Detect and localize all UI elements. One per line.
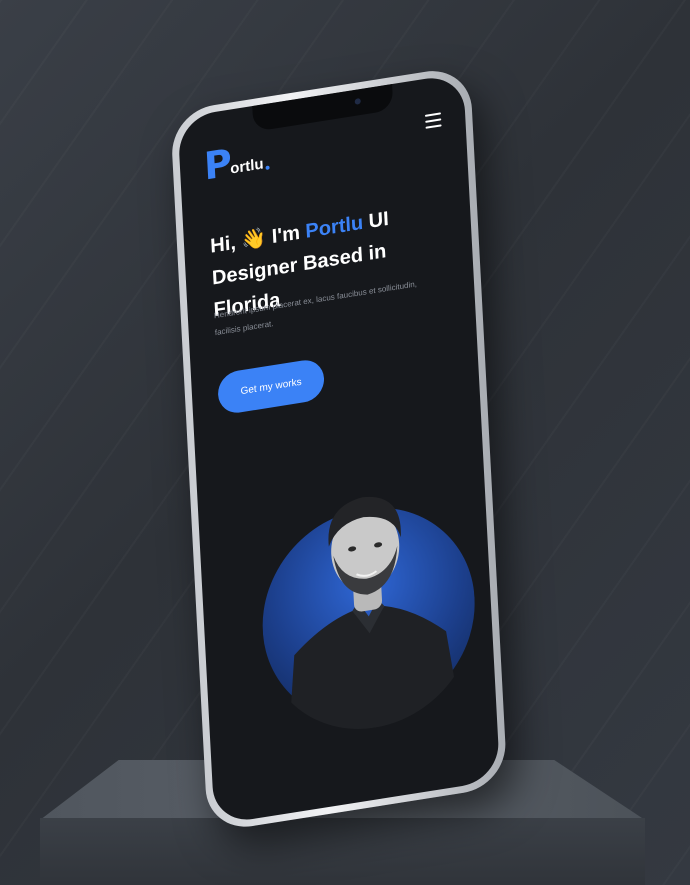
menu-line bbox=[425, 118, 442, 123]
person-photo bbox=[288, 496, 461, 742]
brand-logo[interactable]: P ortlu bbox=[202, 138, 270, 189]
portrait bbox=[254, 423, 481, 744]
mockup-scene: P ortlu Hi, 👋 I'm Portlu UI Designer Bas… bbox=[0, 0, 690, 885]
get-my-works-button[interactable]: Get my works bbox=[217, 357, 326, 416]
brand-dot bbox=[265, 165, 270, 170]
hero-greeting: Hi, bbox=[209, 231, 237, 258]
hero-role-line1: UI bbox=[368, 207, 390, 233]
hero-intro: I'm bbox=[271, 221, 301, 249]
menu-line bbox=[425, 124, 442, 129]
brand-mark: P bbox=[202, 140, 234, 189]
phone-screen: P ortlu Hi, 👋 I'm Portlu UI Designer Bas… bbox=[177, 72, 501, 825]
waving-hand-icon: 👋 bbox=[240, 227, 267, 253]
menu-line bbox=[424, 112, 441, 117]
brand-name: ortlu bbox=[229, 155, 264, 178]
camera-icon bbox=[354, 98, 361, 105]
phone-mockup: P ortlu Hi, 👋 I'm Portlu UI Designer Bas… bbox=[170, 64, 508, 834]
hero-name: Portlu bbox=[304, 211, 364, 243]
hamburger-menu-icon[interactable] bbox=[424, 112, 442, 129]
pedestal-front bbox=[40, 818, 645, 885]
